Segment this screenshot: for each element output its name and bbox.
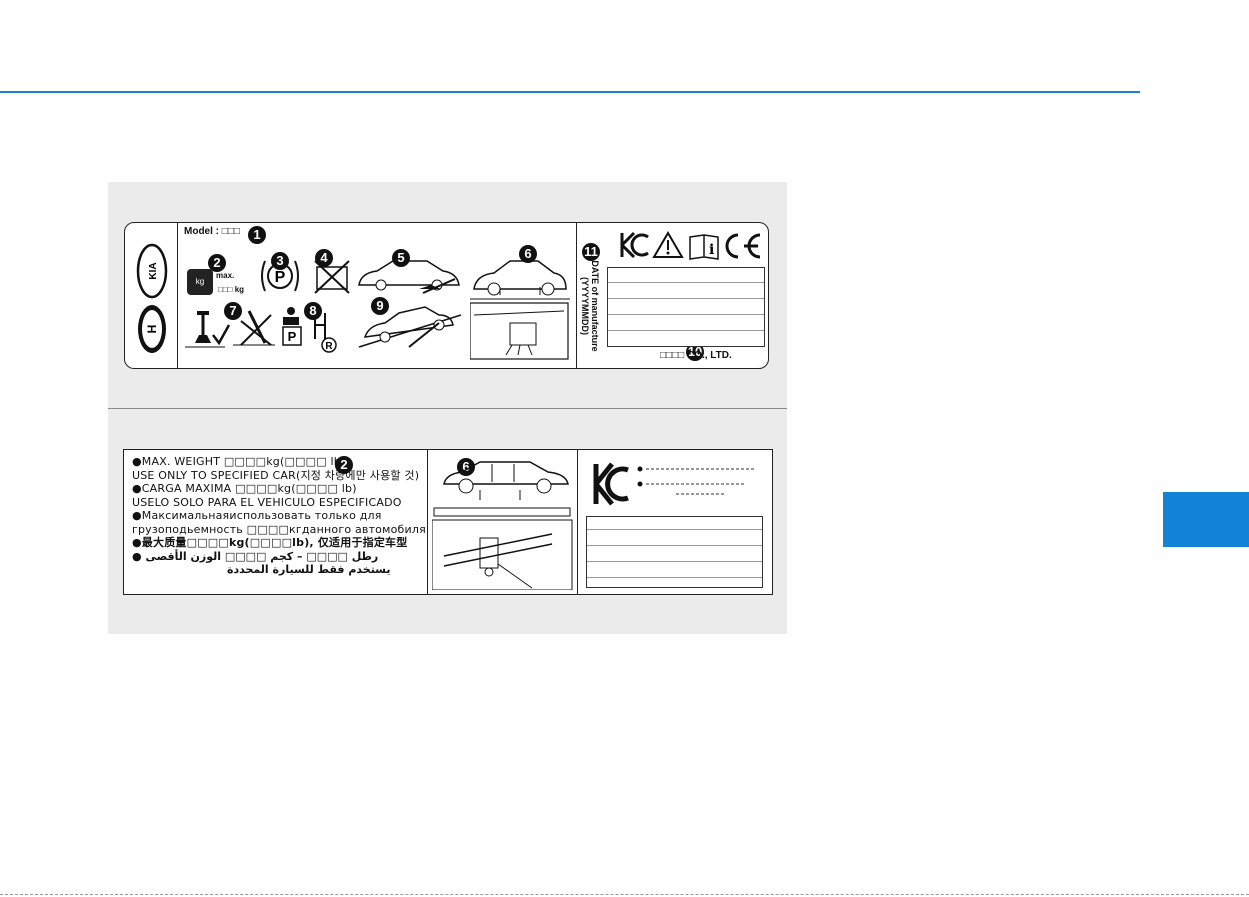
label-divider xyxy=(576,223,577,368)
lift-point-diagram xyxy=(432,461,573,590)
label-divider xyxy=(577,450,578,594)
jack-label-type-b: ●MAX. WEIGHT □□□□kg(□□□□ lb) USE ONLY TO… xyxy=(123,449,773,595)
brand-logos: KIA H xyxy=(136,243,168,353)
weight-icon: kg xyxy=(187,269,213,295)
svg-text:P: P xyxy=(288,329,297,344)
callout-7: 7 xyxy=(224,302,242,320)
kc-cert-text xyxy=(637,466,756,495)
callout-6: 6 xyxy=(519,245,537,263)
label-divider xyxy=(427,450,428,594)
model-label: Model : □□□ xyxy=(184,226,240,237)
svg-text:i: i xyxy=(709,242,714,258)
callout-3: 3 xyxy=(271,252,289,270)
svg-text:KIA: KIA xyxy=(148,262,159,279)
callout-9: 9 xyxy=(371,297,389,315)
svg-text:H: H xyxy=(145,325,159,334)
footer-rule xyxy=(0,894,1249,895)
header-rule xyxy=(0,91,1140,93)
warning-line: USELO SOLO PARA EL VEHICULO ESPECIFICADO xyxy=(132,495,402,509)
callout-4: 4 xyxy=(315,249,333,267)
chapter-tab xyxy=(1163,492,1249,547)
date-of-manufacture: DATE of manufacture xyxy=(590,260,600,352)
warning-line: ● رطل □□□□ – كجم □□□□ الوزن الأقصى xyxy=(132,549,379,563)
callout-2: 2 xyxy=(208,254,226,272)
warning-line: USE ONLY TO SPECIFIED CAR(지정 차량에만 사용할 것) xyxy=(132,468,420,482)
warning-line: ●最大质量□□□□kg(□□□□lb), 仅适用于指定车型 xyxy=(132,536,408,549)
figure-divider xyxy=(108,408,787,409)
safety-info-table xyxy=(607,267,765,347)
label-divider xyxy=(177,223,178,368)
jack-label-type-a: KIA H Model : □□□ kg max. □□□ kg P P R 1… xyxy=(124,222,769,369)
warning-line: грузоподьемность □□□□кгданного автомобил… xyxy=(132,522,426,536)
warning-line: ●CARGA MAXIMA □□□□kg(□□□□ lb) xyxy=(132,482,357,495)
date-format: (YYYYMMDD) xyxy=(580,277,590,335)
svg-text:R: R xyxy=(325,341,333,352)
warning-text-block: ●MAX. WEIGHT □□□□kg(□□□□ lb) USE ONLY TO… xyxy=(132,455,426,577)
lift-point-icon xyxy=(470,260,570,360)
warning-line: ●Максимальнаяиспользовать только для xyxy=(132,509,382,522)
svg-text:P: P xyxy=(275,269,286,286)
warning-line: ●MAX. WEIGHT □□□□kg(□□□□ lb) xyxy=(132,455,346,468)
callout-2: 2 xyxy=(335,456,353,474)
certification-icons: i xyxy=(620,231,761,260)
callout-8: 8 xyxy=(304,302,322,320)
kc-info-table xyxy=(586,516,763,588)
kc-mark-icon xyxy=(593,462,629,506)
company-name: □□□□ CO., LTD. xyxy=(660,350,732,361)
callout-1: 1 xyxy=(248,226,266,244)
callout-5: 5 xyxy=(392,249,410,267)
warning-line: يستخدم فقط للسيارة المحددة xyxy=(227,563,391,576)
max-label: max. xyxy=(216,271,235,280)
max-weight-value: □□□ kg xyxy=(218,285,245,294)
